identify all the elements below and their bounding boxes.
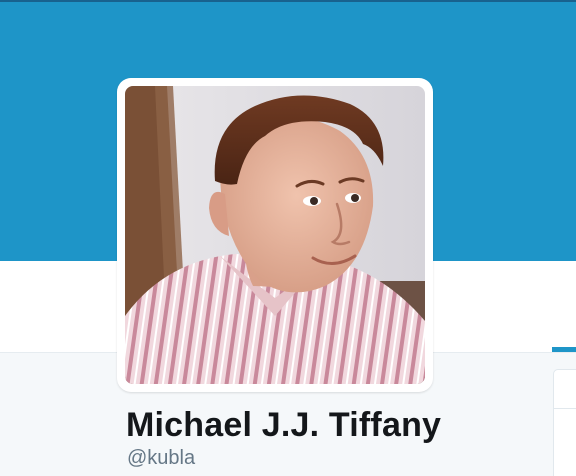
side-card (553, 369, 576, 476)
profile-name[interactable]: Michael J.J. Tiffany (126, 406, 441, 445)
active-tab-indicator (552, 347, 576, 352)
profile-photo (125, 86, 425, 384)
profile-avatar[interactable] (117, 78, 433, 392)
side-card-divider (554, 408, 576, 409)
profile-handle[interactable]: @kubla (127, 447, 195, 470)
profile-page: Michael J.J. Tiffany @kubla (0, 0, 576, 476)
